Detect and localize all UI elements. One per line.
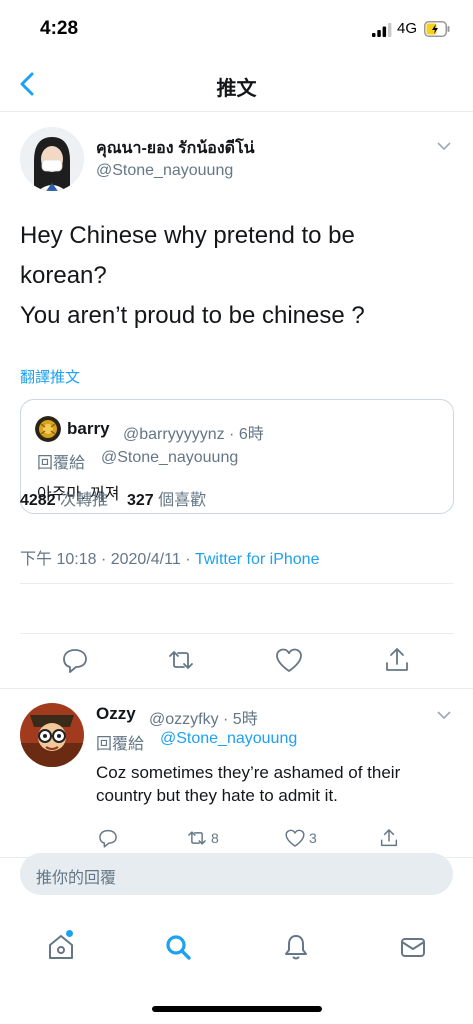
status-time: 4:28 [40, 18, 79, 39]
divider [20, 633, 453, 634]
reply-handle-time: @ozzyfky · 5時 [149, 711, 258, 728]
reply-author-name[interactable]: Ozzy [96, 704, 136, 724]
reply-icon [99, 829, 117, 848]
reply-retweet-count: 8 [211, 830, 219, 846]
reply-action-row: 8 3 [0, 826, 473, 850]
chevron-down-icon[interactable] [436, 140, 452, 152]
signal-icon [372, 23, 392, 37]
reply-tweet[interactable]: Ozzy @ozzyfky · 5時 回覆給 @Stone_nayouung C… [0, 688, 473, 858]
quote-handle-time: @barryyyyynz · 6時 [123, 426, 264, 443]
home-indicator [152, 1006, 322, 1012]
retweet-icon[interactable] [166, 645, 196, 675]
tweet-timestamp: 下午 10:18 · 2020/4/11 · Twitter for iPhon… [20, 545, 319, 569]
separator-dot: · [185, 551, 195, 568]
divider [20, 583, 453, 584]
tab-home[interactable] [46, 930, 76, 962]
network-label: 4G [397, 20, 418, 37]
messages-icon [401, 938, 425, 957]
battery-icon [424, 21, 450, 37]
share-icon[interactable] [382, 645, 412, 675]
tweet-date: 2020/4/11 [110, 551, 181, 568]
author-handle[interactable]: @Stone_nayouung [96, 162, 233, 180]
quote-reply-handle: @Stone_nayouung [101, 449, 239, 466]
tab-notifications[interactable] [281, 932, 311, 962]
reply-retweet-button[interactable]: 8 [186, 826, 219, 850]
reply-to-label: 回覆給 [96, 736, 145, 753]
retweet-icon [188, 831, 206, 845]
new-content-dot [66, 930, 73, 937]
notifications-icon [285, 935, 307, 960]
page-title: 推文 [216, 78, 257, 100]
retweet-label[interactable]: 次轉推 [60, 492, 108, 509]
translate-tweet-link[interactable]: 翻譯推文 [20, 366, 80, 387]
tweet-stats: 4282 次轉推 327 個喜歡 [20, 486, 206, 510]
tweet-text-line: Hey Chinese why pretend to be [20, 222, 355, 249]
reply-avatar[interactable] [20, 703, 84, 767]
like-icon[interactable] [274, 645, 304, 675]
tweet-text-line: You aren’t proud to be chinese ? [20, 302, 365, 329]
reply-reply-button[interactable] [97, 826, 119, 850]
reply-like-count: 3 [309, 830, 317, 846]
retweet-count[interactable]: 4282 [20, 492, 56, 509]
reply-text: Coz sometimes they’re ashamed of their c… [96, 763, 401, 805]
tweet-text: Hey Chinese why pretend to be korean? Yo… [20, 216, 450, 336]
reply-to-handle[interactable]: @Stone_nayouung [160, 730, 297, 748]
like-count[interactable]: 327 [127, 492, 154, 509]
author-name[interactable]: คุณนา-ยอง รักน้องดีโน่ [96, 136, 255, 161]
quote-author-name: barry [67, 419, 110, 438]
tweet-time: 下午 10:18 [20, 551, 97, 568]
quote-reply-label: 回覆給 [37, 455, 86, 472]
tab-messages[interactable] [398, 932, 428, 962]
status-bar: 4:28 4G [0, 0, 473, 58]
tweet-source[interactable]: Twitter for iPhone [195, 551, 320, 568]
like-icon [285, 829, 305, 847]
tab-search[interactable] [163, 932, 193, 962]
like-label[interactable]: 個喜歡 [158, 492, 206, 509]
nav-bar: 推文 [0, 58, 473, 112]
separator-dot: · [100, 551, 111, 568]
share-icon [380, 829, 398, 847]
home-icon [49, 935, 73, 959]
reply-like-button[interactable]: 3 [284, 826, 317, 850]
chevron-down-icon[interactable] [436, 709, 452, 721]
quote-avatar[interactable] [35, 416, 61, 442]
reply-share-button[interactable] [378, 826, 400, 850]
tweet-text-line: korean? [20, 262, 107, 289]
reply-icon[interactable] [60, 645, 90, 675]
tab-bar [0, 916, 473, 976]
tweet-action-row [0, 645, 473, 675]
composer-placeholder: 推你的回覆 [36, 870, 117, 887]
author-avatar[interactable] [20, 127, 84, 191]
reply-composer[interactable]: 推你的回覆 [20, 853, 453, 895]
search-icon [166, 935, 191, 960]
